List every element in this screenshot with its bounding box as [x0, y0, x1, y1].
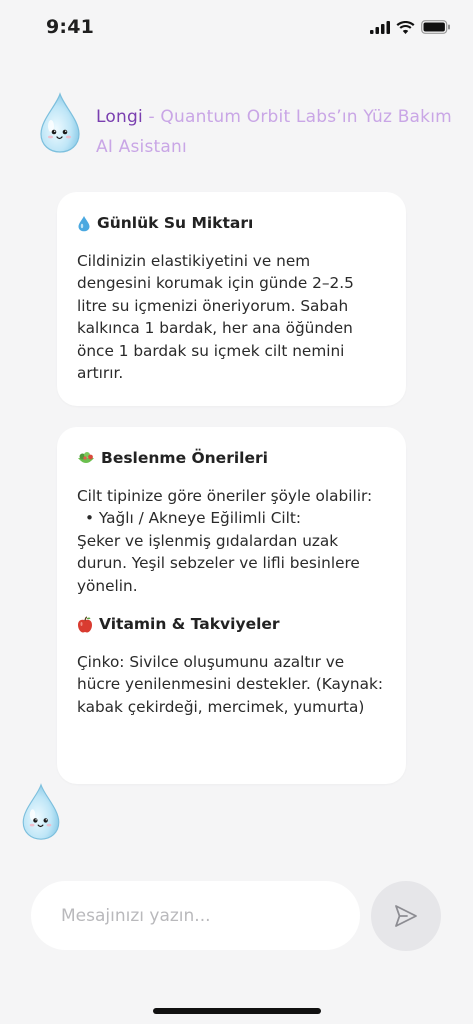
card-intro-text: Cilt tipinize göre öneriler şöyle olabil…: [77, 487, 373, 505]
card-heading: Beslenme Önerileri: [77, 449, 386, 467]
message-card-water: Günlük Su Miktarı Cildinizin elastikiyet…: [57, 192, 406, 406]
water-drop-mascot-icon: [22, 783, 60, 840]
card-body-text: Çinko: Sivilce oluşumunu azaltır ve hücr…: [77, 653, 383, 716]
card-heading-text: Vitamin & Takviyeler: [99, 615, 280, 634]
home-indicator: [153, 1008, 321, 1014]
list-item-text: Şeker ve işlenmiş gıdalardan uzak durun.…: [77, 531, 360, 595]
card-heading-text: Beslenme Önerileri: [101, 449, 268, 467]
message-input[interactable]: [31, 881, 360, 950]
droplet-icon: [78, 215, 90, 231]
chat-screen: 9:41 Longi - Quantum Orbit Labs’ın Yüz B…: [0, 0, 473, 1024]
card-heading: Günlük Su Miktarı: [77, 214, 386, 232]
chat-title: Longi - Quantum Orbit Labs’ın Yüz Bakım …: [96, 102, 456, 162]
message-input-wrapper: [31, 881, 360, 950]
send-button[interactable]: [371, 881, 441, 951]
water-drop-mascot-icon: [40, 92, 80, 153]
brand-name: Longi: [96, 107, 143, 127]
salad-icon: [78, 451, 94, 463]
battery-icon: [421, 20, 450, 34]
wifi-icon: [396, 21, 415, 34]
status-bar: 9:41: [0, 0, 473, 56]
assistant-subtitle: - Quantum Orbit Labs’ın Yüz Bakım AI Asi…: [96, 107, 452, 157]
status-time: 9:41: [46, 16, 95, 38]
apple-icon: [78, 615, 92, 633]
message-card-nutrition: Beslenme Önerileri Cilt tipinize göre ön…: [57, 427, 406, 784]
status-icons: [370, 20, 451, 34]
signal-icon: [370, 20, 390, 34]
card-heading-text: Günlük Su Miktarı: [97, 214, 254, 232]
card-body-text: Cildinizin elastikiyetini ve nem dengesi…: [77, 252, 354, 383]
chat-header: Longi - Quantum Orbit Labs’ın Yüz Bakım …: [38, 92, 458, 162]
send-icon: [395, 905, 417, 927]
list-item: • Yağlı / Akneye Eğilimli Cilt:: [85, 509, 302, 528]
card-heading-vitamin: Vitamin & Takviyeler: [77, 615, 386, 633]
